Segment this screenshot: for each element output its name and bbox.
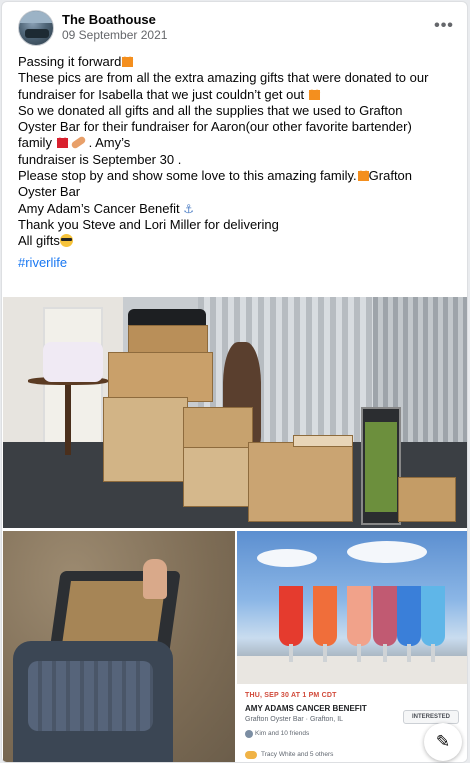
orange-heart-icon bbox=[357, 171, 369, 182]
post-line: Oyster Bar for their fundraiser for Aaro… bbox=[18, 119, 412, 135]
event-title[interactable]: AMY ADAMS CANCER BENEFIT bbox=[245, 704, 367, 713]
orange-heart-icon bbox=[122, 57, 134, 67]
post-line: Passing it forward bbox=[18, 54, 122, 69]
event-location: Grafton Oyster Bar · Grafton, IL bbox=[245, 716, 344, 723]
post-line: Grafton bbox=[368, 168, 413, 184]
post-line: Oyster Bar bbox=[18, 184, 81, 200]
event-friends: Kim and 10 friends bbox=[255, 730, 310, 737]
post-line: fundraiser is September 30 . bbox=[18, 151, 182, 167]
edit-compose-icon[interactable]: ✎ bbox=[424, 723, 462, 761]
photo-truck-delivery[interactable] bbox=[3, 531, 235, 762]
page-name[interactable]: The Boathouse bbox=[62, 12, 156, 27]
post-card: The Boathouse 09 September 2021 ••• Pass… bbox=[1, 1, 468, 763]
more-options-icon[interactable]: ••• bbox=[432, 14, 456, 38]
post-line: . Amy’s bbox=[88, 135, 131, 151]
going-avatars bbox=[245, 751, 257, 759]
bandage-icon bbox=[69, 135, 87, 151]
post-line: So we donated all gifts and all the supp… bbox=[18, 102, 403, 118]
event-going: Tracy White and 5 others bbox=[261, 751, 334, 758]
post-line: fundraiser for Isabella that we just cou… bbox=[18, 86, 305, 102]
orange-heart-icon bbox=[308, 89, 320, 100]
red-heart-icon bbox=[56, 138, 68, 149]
friend-avatar bbox=[245, 730, 253, 738]
page-avatar[interactable] bbox=[18, 10, 54, 46]
post-line: These pics are from all the extra amazin… bbox=[18, 70, 429, 86]
event-cover-image bbox=[237, 531, 467, 684]
post-header: The Boathouse 09 September 2021 ••• bbox=[16, 10, 456, 50]
post-date[interactable]: 09 September 2021 bbox=[62, 28, 167, 42]
post-line: Amy Adam’s Cancer Benefit bbox=[18, 200, 180, 216]
event-date: THU, SEP 30 AT 1 PM CDT bbox=[245, 692, 337, 699]
post-line: Thank you Steve and Lori Miller for deli… bbox=[18, 216, 279, 232]
interested-button[interactable]: INTERESTED bbox=[403, 710, 459, 724]
sunglasses-emoji-icon bbox=[59, 234, 73, 248]
post-text: Passing it forward These pics are from a… bbox=[18, 54, 458, 271]
hashtag-link[interactable]: #riverlife bbox=[18, 255, 67, 270]
post-line: family bbox=[18, 135, 52, 151]
anchor-icon: ⚓ bbox=[183, 201, 195, 216]
post-line: All gifts bbox=[18, 233, 60, 249]
post-line: Please stop by and show some love to thi… bbox=[18, 168, 357, 184]
photo-room-boxes[interactable] bbox=[3, 297, 467, 528]
